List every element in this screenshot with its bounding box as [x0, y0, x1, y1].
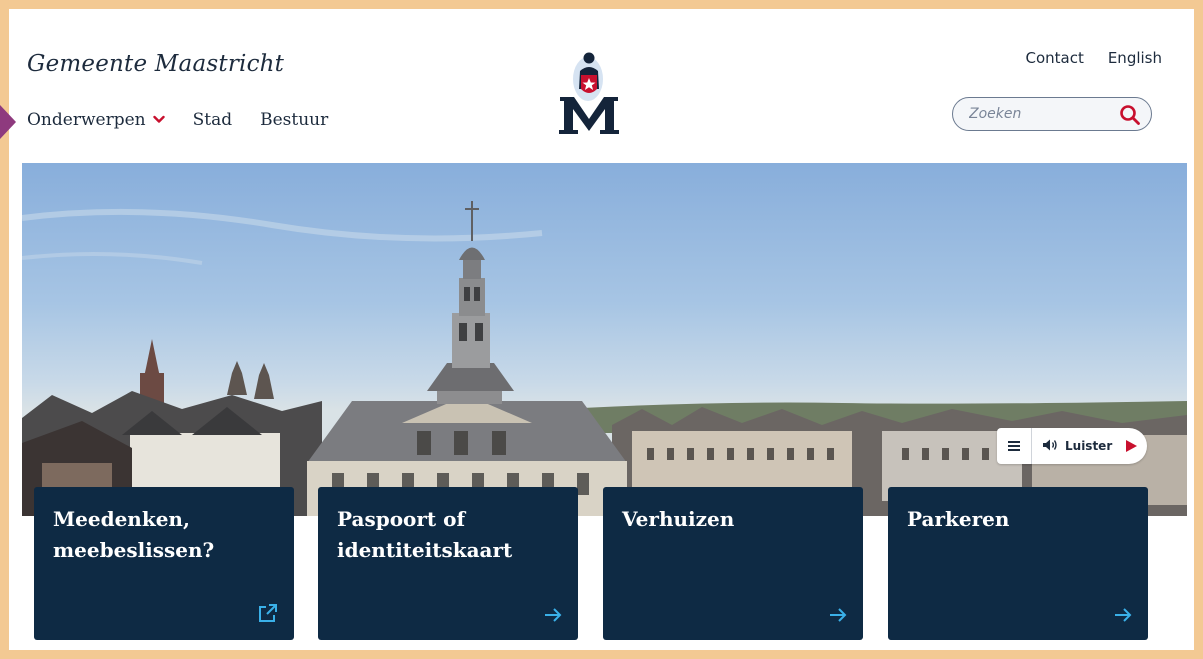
speaker-icon: [1042, 437, 1060, 456]
nav-item-label: Bestuur: [260, 110, 329, 130]
search-icon[interactable]: [1119, 104, 1141, 126]
card-parkeren[interactable]: Parkeren: [888, 487, 1148, 640]
search-input[interactable]: [967, 105, 1121, 123]
menu-icon[interactable]: [997, 428, 1032, 464]
card-title: Paspoort of identiteitskaart: [337, 507, 513, 562]
arrow-right-icon: [829, 607, 847, 627]
nav-item-bestuur[interactable]: Bestuur: [260, 110, 328, 130]
card-title: Parkeren: [907, 507, 1010, 531]
nav-item-label: Stad: [192, 110, 233, 130]
utility-nav: Contact English: [1001, 49, 1162, 67]
focus-indicator: [0, 105, 16, 139]
read-aloud-widget: Luister: [997, 428, 1147, 464]
listen-label: Luister: [1065, 439, 1113, 453]
maastricht-logo[interactable]: [554, 45, 624, 137]
listen-button[interactable]: Luister: [1032, 437, 1138, 456]
contact-link[interactable]: Contact: [1025, 49, 1083, 67]
site-title[interactable]: Gemeente Maastricht: [27, 51, 284, 77]
nav-item-stad[interactable]: Stad: [193, 110, 233, 130]
page-frame: Gemeente Maastricht Onderwerpen Stad Bes…: [9, 9, 1194, 650]
card-meedenken[interactable]: Meedenken, meebeslissen?: [34, 487, 294, 640]
arrow-right-icon: [544, 607, 562, 627]
search-box: [952, 97, 1152, 131]
card-verhuizen[interactable]: Verhuizen: [603, 487, 863, 640]
play-icon: [1126, 437, 1138, 456]
nav-item-label: Onderwerpen: [27, 110, 146, 130]
card-title: Meedenken, meebeslissen?: [53, 507, 215, 562]
main-nav: Onderwerpen Stad Bestuur: [27, 110, 356, 130]
card-title: Verhuizen: [622, 507, 735, 531]
card-paspoort[interactable]: Paspoort of identiteitskaart: [318, 487, 578, 640]
arrow-right-icon: [1114, 607, 1132, 627]
chevron-down-icon: [152, 109, 165, 129]
external-link-icon: [258, 603, 278, 627]
nav-item-onderwerpen[interactable]: Onderwerpen: [27, 110, 165, 130]
english-link[interactable]: English: [1108, 49, 1162, 67]
